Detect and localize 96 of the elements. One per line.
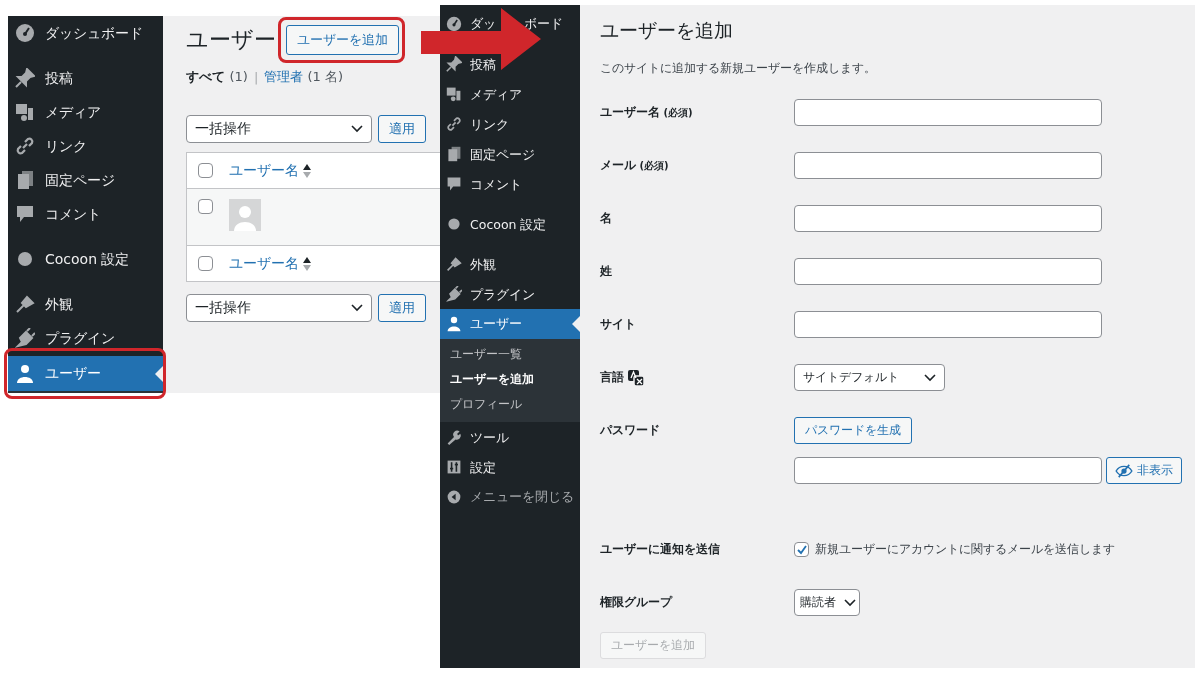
- sidebar-item[interactable]: 投稿: [446, 56, 496, 72]
- gauge-icon: [446, 16, 462, 32]
- field-label: メール (必須): [600, 157, 670, 174]
- text-field[interactable]: [794, 205, 1102, 232]
- gauge-icon: [15, 23, 35, 43]
- sidebar-item[interactable]: ダッシュボード: [15, 23, 143, 43]
- apply-button[interactable]: 適用: [378, 115, 426, 143]
- sidebar-item[interactable]: 設定: [446, 459, 496, 475]
- field-label: サイト: [600, 316, 637, 333]
- generate-password-button[interactable]: パスワードを生成: [794, 417, 912, 444]
- checkbox[interactable]: [198, 163, 213, 178]
- sort-icon: [303, 256, 311, 271]
- text-field[interactable]: [794, 152, 1102, 179]
- caret-icon: [351, 304, 363, 312]
- checkbox[interactable]: [198, 256, 213, 271]
- sidebar-item[interactable]: Cocoon 設定: [446, 216, 547, 232]
- circle-icon: [15, 249, 35, 269]
- brush-icon: [446, 256, 462, 272]
- password-field[interactable]: [794, 457, 1102, 484]
- translate-icon: [628, 369, 644, 386]
- sidebar-item[interactable]: リンク: [15, 136, 87, 156]
- dropdown[interactable]: 一括操作: [186, 115, 372, 143]
- user-icon: [15, 363, 35, 384]
- sidebar-item[interactable]: プラグイン: [446, 286, 535, 302]
- sidebar-item[interactable]: メディア: [446, 86, 522, 102]
- sidebar-item[interactable]: Cocoon 設定: [15, 249, 130, 269]
- apply-button[interactable]: 適用: [378, 294, 426, 322]
- field-label: 姓: [600, 263, 613, 280]
- separator: |: [253, 69, 259, 85]
- media-icon: [446, 86, 462, 102]
- column-header[interactable]: ユーザー名: [229, 161, 299, 180]
- wrench-icon: [446, 429, 462, 445]
- filter-link[interactable]: 管理者 (1 名): [264, 68, 344, 86]
- field-label: ユーザーに通知を送信: [600, 541, 721, 558]
- plug-icon: [15, 328, 35, 348]
- avatar-icon: [229, 199, 261, 231]
- dropdown[interactable]: サイトデフォルト: [794, 364, 945, 391]
- caret-icon: [351, 125, 363, 133]
- sort-icon: [303, 163, 311, 178]
- sidebar-item-text[interactable]: ダッ: [470, 17, 496, 31]
- text-field[interactable]: [794, 99, 1102, 126]
- media-icon: [15, 102, 35, 122]
- sidebar-item[interactable]: ユーザー: [440, 309, 580, 339]
- sidebar-item[interactable]: メディア: [15, 102, 101, 122]
- link-icon: [15, 136, 35, 156]
- circle-icon: [446, 216, 462, 232]
- sidebar-item[interactable]: コメント: [15, 204, 101, 224]
- page-title: ユーザーを追加: [600, 18, 734, 43]
- link-icon: [446, 116, 462, 132]
- pages-icon: [446, 146, 462, 162]
- eye-slash-icon: [1115, 463, 1133, 478]
- field-label: 言語: [600, 369, 624, 386]
- submenu-item[interactable]: プロフィール: [440, 392, 580, 417]
- sidebar-item[interactable]: 固定ページ: [446, 146, 535, 162]
- description-text: このサイトに追加する新規ユーザーを作成します。: [600, 60, 877, 76]
- sidebar-item[interactable]: 外観: [446, 256, 496, 272]
- pin-icon: [446, 56, 462, 72]
- field-label: パスワード: [600, 422, 661, 439]
- sidebar-item[interactable]: コメント: [446, 176, 522, 192]
- column-header[interactable]: ユーザー名: [229, 254, 299, 273]
- plug-icon: [446, 286, 462, 302]
- page-title: ユーザー: [186, 26, 276, 54]
- sidebar-item[interactable]: ツール: [446, 429, 509, 445]
- field-label: 名: [600, 210, 613, 227]
- brush-icon: [15, 294, 35, 314]
- sidebar-item[interactable]: プラグイン: [15, 328, 115, 348]
- sidebar-item-text[interactable]: ボード: [524, 17, 563, 31]
- checkbox-label: 新規ユーザーにアカウントに関するメールを送信します: [815, 541, 1115, 558]
- field-label: ユーザー名 (必須): [600, 104, 694, 121]
- caret-icon: [924, 373, 936, 382]
- dropdown[interactable]: 一括操作: [186, 294, 372, 322]
- comment-icon: [15, 204, 35, 224]
- user-icon: [446, 316, 462, 332]
- caret-icon: [844, 598, 856, 607]
- checkbox[interactable]: [198, 199, 213, 214]
- text-field[interactable]: [794, 311, 1102, 338]
- submenu-item[interactable]: ユーザーを追加: [440, 367, 580, 392]
- sidebar-item[interactable]: リンク: [446, 116, 509, 132]
- pages-icon: [15, 170, 35, 190]
- comment-icon: [446, 176, 462, 192]
- dropdown[interactable]: 購読者: [794, 589, 860, 616]
- field-label: 権限グループ: [600, 594, 674, 611]
- filter-link[interactable]: すべて (1): [186, 68, 248, 86]
- text-field[interactable]: [794, 258, 1102, 285]
- hide-password-button[interactable]: 非表示: [1106, 457, 1182, 484]
- add-user-button[interactable]: ユーザーを追加: [286, 25, 399, 55]
- sidebar-item[interactable]: 固定ページ: [15, 170, 115, 190]
- checkbox[interactable]: [794, 542, 809, 557]
- sidebar-item[interactable]: 外観: [15, 294, 73, 314]
- sidebar-item[interactable]: ユーザー: [8, 356, 163, 393]
- collapse-menu-item[interactable]: メニューを閉じる: [440, 482, 580, 512]
- sidebar-item[interactable]: 投稿: [15, 68, 73, 88]
- collapse-icon: [446, 489, 462, 505]
- pin-icon: [15, 68, 35, 88]
- submenu-item[interactable]: ユーザー一覧: [440, 342, 580, 367]
- sliders-icon: [446, 459, 462, 475]
